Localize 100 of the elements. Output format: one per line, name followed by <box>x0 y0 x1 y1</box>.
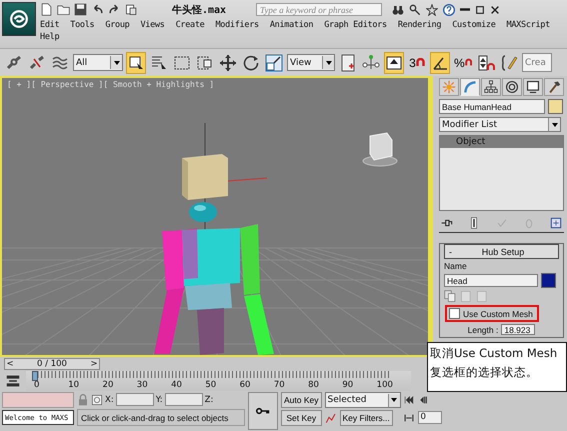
frame-number: 60 <box>240 380 252 390</box>
menu-item[interactable]: Group <box>105 20 130 30</box>
time-slider-thumb[interactable]: < 0 / 100 > <box>4 358 100 370</box>
checkbox[interactable] <box>449 308 460 319</box>
star-icon <box>426 4 438 16</box>
x-label: X: <box>105 394 114 404</box>
folder-icon <box>57 3 70 16</box>
key-mode-dropdown[interactable]: Selected <box>324 392 400 408</box>
named-selection-field[interactable]: Crea <box>522 53 552 72</box>
menu-item[interactable]: Create <box>176 20 204 30</box>
name-label: Name <box>444 261 468 271</box>
frame-number: 90 <box>342 380 354 390</box>
collapse-toggle[interactable]: - <box>449 246 452 256</box>
object-color-swatch[interactable] <box>548 99 563 114</box>
frame-number: 0 <box>34 380 40 390</box>
app-logo[interactable] <box>2 2 36 36</box>
menu-item[interactable]: Customize <box>452 20 496 30</box>
y-label: Y: <box>156 394 163 404</box>
next-frame-arrow[interactable]: > <box>89 359 99 369</box>
checkbox-label: Use Custom Mesh <box>463 308 533 318</box>
color-swatch[interactable] <box>541 273 556 288</box>
list-cursor-icon <box>150 54 168 72</box>
lock-icon <box>77 394 89 406</box>
spinner-icon <box>477 54 495 72</box>
up-arrow-button[interactable] <box>384 52 404 74</box>
menu-item[interactable]: Views <box>140 20 165 30</box>
viewcube-icon <box>362 132 398 166</box>
stack-item[interactable]: Object <box>440 136 563 148</box>
magnet-icon <box>416 58 425 67</box>
go-to-start-icon <box>404 394 414 404</box>
hierarchy-icon <box>484 80 498 94</box>
menu-item[interactable]: Graph Editors <box>324 20 387 30</box>
modifier-list-dropdown[interactable]: Modifier List <box>439 117 561 132</box>
length-field[interactable]: 18.923 <box>501 324 536 335</box>
caret-icon <box>390 396 398 404</box>
angle-snap-button[interactable] <box>430 52 450 74</box>
frame-number: 80 <box>308 380 320 390</box>
previous-frame-icon <box>418 394 428 404</box>
frame-number: 30 <box>136 380 149 390</box>
maxscript-listener-field[interactable] <box>2 392 74 408</box>
frame-position: 0 / 100 <box>36 359 68 369</box>
menu-item[interactable]: Help <box>40 32 60 42</box>
project-icon <box>125 3 138 16</box>
menu-item[interactable]: Edit <box>40 20 60 30</box>
percent-snap-button[interactable]: % <box>453 52 473 74</box>
use-custom-mesh-checkbox[interactable]: Use Custom Mesh <box>445 305 539 322</box>
window-title: 牛头怪.max <box>172 4 228 16</box>
save-icon <box>74 3 87 16</box>
close-icon <box>490 4 500 14</box>
selection-filter-dropdown[interactable]: All <box>73 54 123 71</box>
frame-number: 70 <box>274 380 286 390</box>
unique-icon <box>496 217 508 229</box>
nodes-icon <box>362 54 380 72</box>
rollout-header[interactable]: - Hub Setup <box>444 244 559 259</box>
help-icon <box>443 4 455 16</box>
frame-number: 50 <box>205 380 218 390</box>
status-prompt: Click or click-and-drag to select objects <box>77 409 245 426</box>
object-name-field[interactable]: Base HumanHead <box>439 99 545 114</box>
menu-item[interactable]: Animation <box>270 20 314 30</box>
caret-icon <box>324 58 332 66</box>
snap-toggle-button[interactable]: 3 <box>407 52 427 74</box>
configure-icon <box>550 217 562 229</box>
menu-item[interactable]: MAXScript <box>506 20 550 30</box>
search-field[interactable]: Type a keyword or phrase <box>256 3 382 16</box>
key-filters-button[interactable]: Key Filters... <box>340 410 393 426</box>
monitor-icon <box>526 80 540 94</box>
menu-item[interactable]: Rendering <box>398 20 442 30</box>
auto-key-button[interactable]: Auto Key <box>281 392 322 408</box>
unlink-icon <box>28 54 46 72</box>
curve-editor-icon <box>6 374 20 388</box>
scale-button[interactable] <box>264 52 284 74</box>
logo-icon <box>9 9 29 29</box>
frame-number: 40 <box>171 380 183 390</box>
scale-icon <box>265 54 283 72</box>
curve-icon <box>463 80 477 94</box>
panel-tab[interactable] <box>544 78 564 96</box>
caret-icon <box>550 120 558 128</box>
select-button[interactable] <box>126 52 146 74</box>
set-key-toggle-button[interactable] <box>248 392 278 430</box>
menu-item[interactable]: Tools <box>70 20 94 30</box>
curve-icon <box>324 411 336 425</box>
previous-frame-arrow[interactable]: < <box>5 359 15 369</box>
current-frame-marker[interactable] <box>32 371 38 381</box>
set-key-button[interactable]: Set Key <box>281 410 322 426</box>
rotate-icon <box>242 54 260 72</box>
y-field[interactable] <box>164 393 203 406</box>
panel-tab[interactable] <box>502 78 522 96</box>
caret-icon <box>112 58 120 66</box>
link-icon <box>5 54 23 72</box>
panel-tab[interactable] <box>523 78 543 96</box>
magnet-icon <box>464 58 472 67</box>
reference-coordinate-dropdown[interactable]: View <box>287 54 335 71</box>
name-field[interactable]: Head <box>444 274 538 287</box>
panel-tab[interactable] <box>481 78 501 96</box>
restore-icon <box>475 4 485 14</box>
x-field[interactable] <box>116 393 154 406</box>
menu-item[interactable]: Modifiers <box>215 20 259 30</box>
target-icon <box>505 80 519 94</box>
track-bar[interactable]: 0 10 20 30 40 50 60 70 80 90 100 <box>26 371 411 391</box>
current-frame-field[interactable]: 0 <box>418 411 442 424</box>
